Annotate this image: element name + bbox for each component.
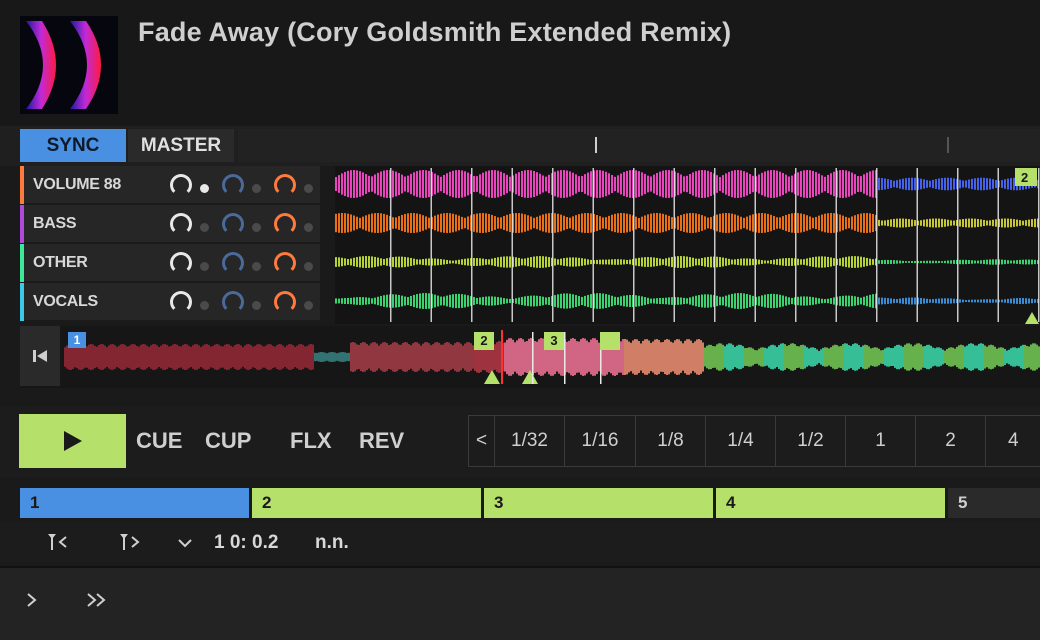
filter-dot[interactable] [252,262,261,271]
stem-color-bar [20,205,24,243]
volume-knob-icon[interactable] [170,174,192,196]
phase-meter [238,129,1040,162]
sync-button[interactable]: SYNC [20,129,126,162]
svg-text:2: 2 [1021,170,1028,185]
track-title: Fade Away (Cory Goldsmith Extended Remix… [138,17,732,47]
chevron-right-icon[interactable] [24,590,40,616]
loop-size-selector: < 1/32 1/16 1/8 1/4 1/2 1 2 4 [468,415,1040,467]
filter-knob-icon[interactable] [222,252,244,274]
skip-back-icon [33,350,47,362]
volume-knob-icon[interactable] [170,291,192,313]
fx-dot[interactable] [304,301,313,310]
hotcue-3[interactable]: 3 [484,488,713,518]
fx-dot[interactable] [304,184,313,193]
info-row [0,522,1040,562]
master-button[interactable]: MASTER [128,129,234,162]
overview-cue-marker[interactable]: 3 [544,332,564,350]
stem-active-dot[interactable] [200,223,209,232]
cup-button[interactable]: CUP [205,428,251,454]
loop-size-1-8[interactable]: 1/8 [636,416,706,466]
loop-size-2[interactable]: 2 [916,416,986,466]
loop-prev-button[interactable]: < [469,416,495,466]
beat-position-readout: 1 0: 0.2 [214,532,279,553]
filter-dot[interactable] [252,184,261,193]
phase-tick [595,137,597,153]
hotcue-1[interactable]: 1 [20,488,249,518]
loop-size-1-32[interactable]: 1/32 [495,416,565,466]
fx-knob-icon[interactable] [274,252,296,274]
stem-waveforms[interactable]: 2 [335,166,1040,324]
fx-dot[interactable] [304,262,313,271]
loop-size-1-2[interactable]: 1/2 [776,416,846,466]
filter-dot[interactable] [252,301,261,310]
double-chevron-right-icon[interactable] [84,590,110,616]
phase-tick [947,137,949,153]
stem-color-bar [20,244,24,282]
loop-size-4[interactable]: 4 [986,416,1039,466]
loop-size-1-4[interactable]: 1/4 [706,416,776,466]
stem-row-bass[interactable]: BASS [20,205,320,243]
cue-button[interactable]: CUE [136,428,182,454]
play-icon [63,431,82,451]
hotcue-5[interactable]: 5 [948,488,1040,518]
stem-row-vocals[interactable]: VOCALS [20,283,320,321]
overview-cue-marker[interactable]: 2 [474,332,494,350]
loop-size-1[interactable]: 1 [846,416,916,466]
stem-color-bar [20,283,24,321]
stem-active-dot[interactable] [200,301,209,310]
stem-label: BASS [33,215,77,232]
overview-waveform[interactable]: 1 2 3 [64,330,1040,384]
album-cover [20,16,118,114]
grid-marker-right-icon[interactable] [118,532,140,558]
stem-label: OTHER [33,254,88,271]
playhead [501,330,503,384]
overview-cue-flag[interactable] [600,332,620,350]
loop-size-1-16[interactable]: 1/16 [565,416,636,466]
filter-dot[interactable] [252,223,261,232]
stem-label: VOLUME 88 [33,176,121,193]
flux-button[interactable]: FLX [290,428,332,454]
rewind-to-start-button[interactable] [20,326,60,386]
play-button[interactable] [19,414,126,468]
grid-marker-left-icon[interactable] [46,532,68,558]
stem-color-bar [20,166,24,204]
chevron-down-icon[interactable] [176,532,194,558]
reverse-button[interactable]: REV [359,428,404,454]
stem-active-dot[interactable] [200,262,209,271]
stem-controls: VOLUME 88 BASS OTHER VOCALS [20,166,320,324]
stem-label: VOCALS [33,293,98,310]
fx-knob-icon[interactable] [274,174,296,196]
key-readout: n.n. [315,532,349,553]
filter-knob-icon[interactable] [222,174,244,196]
volume-knob-icon[interactable] [170,252,192,274]
filter-knob-icon[interactable] [222,213,244,235]
stem-row-other[interactable]: OTHER [20,244,320,282]
hotcue-4[interactable]: 4 [716,488,945,518]
fx-knob-icon[interactable] [274,213,296,235]
volume-knob-icon[interactable] [170,213,192,235]
stem-row-volume[interactable]: VOLUME 88 [20,166,320,204]
overview-cue-marker[interactable]: 1 [68,332,86,348]
fx-dot[interactable] [304,223,313,232]
filter-knob-icon[interactable] [222,291,244,313]
stem-active-dot[interactable] [200,184,209,193]
hotcue-2[interactable]: 2 [252,488,481,518]
bottom-bar [0,566,1040,640]
fx-knob-icon[interactable] [274,291,296,313]
